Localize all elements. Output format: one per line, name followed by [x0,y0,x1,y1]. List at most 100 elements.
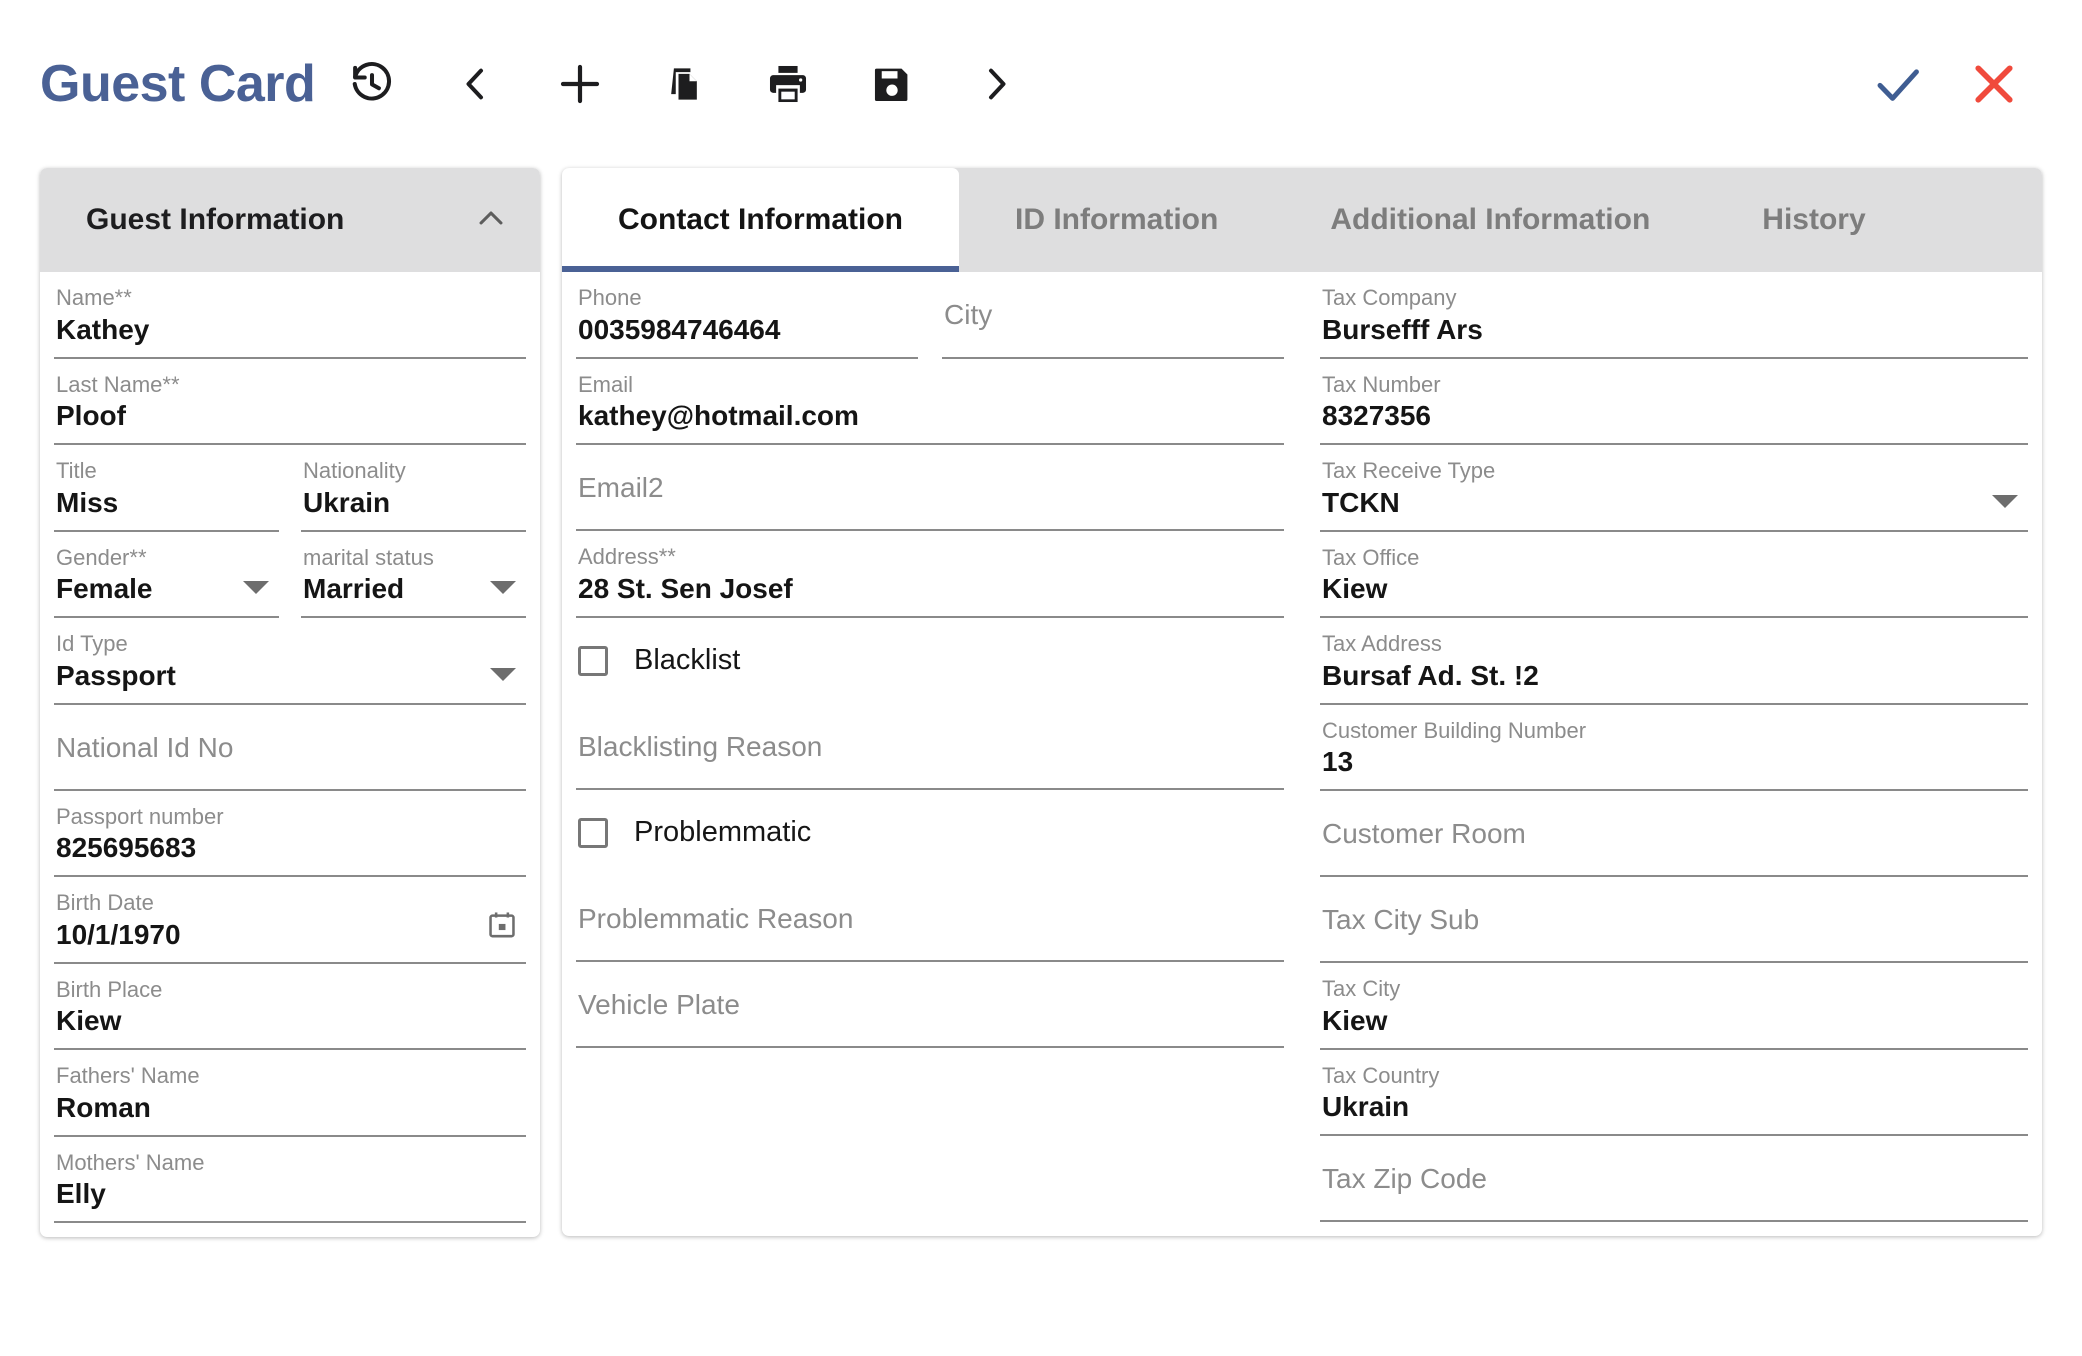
checkbox-problemmatic[interactable]: Problemmatic [576,790,1284,876]
field-customer-building-number[interactable]: Customer Building Number 13 [1320,705,2028,791]
field-label: Fathers' Name [56,1063,200,1088]
tab-id-information[interactable]: ID Information [959,168,1274,272]
chevron-down-icon[interactable] [490,667,516,681]
field-value: Bursaf Ad. St. !2 [1322,659,1539,691]
chevron-right-icon[interactable] [957,45,1035,123]
field-title[interactable]: Title Miss [54,445,279,532]
field-customer-room[interactable]: Customer Room [1320,791,2028,877]
field-passport-number[interactable]: Passport number 825695683 [54,791,526,877]
save-icon[interactable] [853,45,931,123]
field-city[interactable]: City [942,272,1284,359]
field-label: Tax Country [1322,1062,1440,1088]
field-label: Name** [56,285,132,310]
field-nationality[interactable]: Nationality Ukrain [301,445,526,532]
chevron-up-icon[interactable] [474,201,508,240]
field-marital-status[interactable]: marital status Married [301,532,526,618]
field-value: 8327356 [1322,400,1432,431]
field-label: Title [56,458,97,483]
history-icon[interactable] [333,45,411,123]
field-last-name[interactable]: Last Name** Ploof [54,359,526,445]
field-placeholder: Tax Zip Code [1322,1163,1487,1194]
field-label: Last Name** [56,371,180,397]
field-birth-place[interactable]: Birth Place Kiew [54,964,526,1050]
field-placeholder: Email2 [578,472,664,503]
chevron-down-icon[interactable] [1992,494,2018,508]
chevron-down-icon[interactable] [490,581,516,594]
field-tax-zip-code[interactable]: Tax Zip Code [1320,1136,2028,1222]
field-tax-city-sub[interactable]: Tax City Sub [1320,877,2028,963]
confirm-icon[interactable] [1850,45,1946,123]
field-label: Tax City [1322,976,1401,1001]
field-value: Ploof [56,400,126,431]
guest-information-fields: Name** Kathey Last Name** Ploof Title Mi… [40,272,540,1237]
field-placeholder: Vehicle Plate [578,988,740,1020]
field-placeholder: Tax City Sub [1322,904,1480,935]
field-value: TCKN [1322,486,1400,518]
tab-history[interactable]: History [1706,168,1921,272]
field-label: Tax Receive Type [1322,458,1496,483]
cancel-icon[interactable] [1946,45,2042,123]
field-tax-number[interactable]: Tax Number 8327356 [1320,359,2028,445]
field-value: Miss [56,486,119,518]
field-vehicle-plate[interactable]: Vehicle Plate [576,962,1284,1048]
plus-icon[interactable] [541,45,619,123]
field-mothers-name[interactable]: Mothers' Name Elly [54,1137,526,1223]
app-header: Guest Card [0,0,2082,168]
field-placeholder: Blacklisting Reason [578,730,823,762]
field-label: Address** [578,544,676,569]
tab-bar: Contact Information ID Information Addit… [562,168,2042,272]
field-value: 10/1/1970 [56,918,181,950]
field-label: Customer Building Number [1322,717,1587,743]
field-tax-receive-type[interactable]: Tax Receive Type TCKN [1320,445,2028,532]
field-national-id-no[interactable]: National Id No [54,705,526,791]
field-placeholder: City [944,299,993,330]
tab-label: ID Information [1015,203,1219,236]
field-phone[interactable]: Phone 0035984746464 [576,272,918,359]
field-label: marital status [303,544,434,570]
field-tax-address[interactable]: Tax Address Bursaf Ad. St. !2 [1320,618,2028,705]
field-label: Email [578,371,634,397]
field-label: Phone [578,285,642,310]
chevron-left-icon[interactable] [437,45,515,123]
field-label: Tax Office [1322,544,1420,570]
checkbox-input[interactable] [578,817,608,848]
field-value: Ukrain [303,486,391,518]
field-blacklisting-reason[interactable]: Blacklisting Reason [576,704,1284,790]
field-value: Roman [56,1091,151,1123]
field-gender[interactable]: Gender** Female [54,532,279,618]
field-email2[interactable]: Email2 [576,445,1284,531]
tab-label: Contact Information [618,203,903,236]
field-label: Birth Date [56,890,154,915]
field-tax-country[interactable]: Tax Country Ukrain [1320,1050,2028,1136]
field-label: Mothers' Name [56,1149,205,1175]
guest-information-header[interactable]: Guest Information [40,168,540,272]
tab-additional-information[interactable]: Additional Information [1274,168,1706,272]
toolbar [333,45,1035,123]
calendar-icon[interactable] [486,909,518,946]
field-tax-office[interactable]: Tax Office Kiew [1320,532,2028,618]
contact-column: Phone 0035984746464 City Email kathey@ho… [576,272,1284,1222]
field-problemmatic-reason[interactable]: Problemmatic Reason [576,876,1284,962]
panel-title: Guest Information [86,203,345,236]
checkbox-input[interactable] [578,645,608,676]
copy-icon[interactable] [645,45,723,123]
field-tax-company[interactable]: Tax Company Bursefff Ars [1320,272,2028,359]
checkbox-blacklist[interactable]: Blacklist [576,618,1284,704]
field-email[interactable]: Email kathey@hotmail.com [576,359,1284,445]
chevron-down-icon[interactable] [243,581,269,594]
header-actions [1850,45,2042,123]
field-address[interactable]: Address** 28 St. Sen Josef [576,531,1284,618]
title-nationality-row: Title Miss Nationality Ukrain [54,445,526,532]
tab-contact-information[interactable]: Contact Information [562,168,959,272]
print-icon[interactable] [749,45,827,123]
field-placeholder: Customer Room [1322,818,1526,849]
field-id-type[interactable]: Id Type Passport [54,618,526,705]
field-tax-city[interactable]: Tax City Kiew [1320,963,2028,1050]
field-value: Kathey [56,313,150,345]
field-birth-date[interactable]: Birth Date 10/1/1970 [54,877,526,964]
field-fathers-name[interactable]: Fathers' Name Roman [54,1050,526,1137]
field-name[interactable]: Name** Kathey [54,272,526,359]
field-value: 13 [1322,746,1354,777]
page-body: Guest Information Name** Kathey Last Nam… [0,168,2082,1237]
tab-label: Additional Information [1330,203,1651,236]
